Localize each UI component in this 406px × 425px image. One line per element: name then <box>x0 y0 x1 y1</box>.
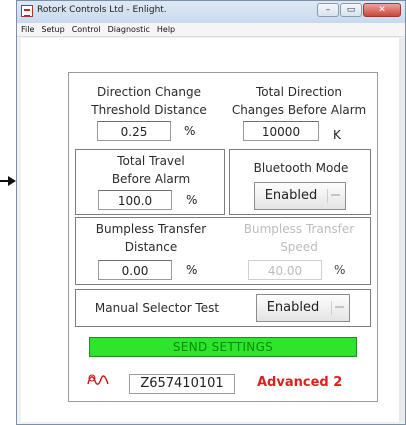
direction-change-label-2: Threshold Distance <box>91 103 207 117</box>
total-travel-input[interactable]: 100.0 <box>98 190 172 210</box>
send-settings-button[interactable]: SEND SETTINGS <box>89 337 357 357</box>
menu-bar: File Setup Control Diagnostic Help <box>17 23 405 37</box>
bluetooth-label: Bluetooth Mode <box>253 161 349 175</box>
bluetooth-group: Bluetooth Mode Enabled <box>229 149 371 215</box>
total-direction-label-1: Total Direction <box>255 85 343 99</box>
minimize-button[interactable]: – <box>317 3 339 17</box>
total-travel-unit: % <box>186 193 198 207</box>
client-area: Direction Change Threshold Distance 0.25… <box>21 38 401 422</box>
menu-file[interactable]: File <box>21 23 34 36</box>
bumpless-speed-unit: % <box>334 263 346 277</box>
bumpless-distance-label-2: Distance <box>124 240 178 254</box>
bumpless-distance-input[interactable]: 0.00 <box>98 260 172 280</box>
close-button[interactable]: ✕ <box>363 3 401 17</box>
manual-selector-selected: Enabled <box>266 300 320 315</box>
menu-setup[interactable]: Setup <box>41 23 64 36</box>
manual-selector-label: Manual Selector Test <box>94 301 220 315</box>
bumpless-speed-input: 40.00 <box>248 260 322 280</box>
bluetooth-selected: Enabled <box>264 188 318 203</box>
row-direction: Direction Change Threshold Distance 0.25… <box>69 73 377 147</box>
bumpless-distance-label-1: Bumpless Transfer <box>95 222 207 236</box>
manual-selector-dropdown[interactable]: Enabled <box>256 294 350 322</box>
access-level-label: Advanced 2 <box>257 375 343 390</box>
total-travel-label-1: Total Travel <box>117 154 185 168</box>
pointer-arrow-head <box>8 176 16 186</box>
app-window: Rotork Controls Ltd - Enlight. – ▭ ✕ Fil… <box>16 0 406 425</box>
bumpless-distance-unit: % <box>186 263 198 277</box>
menu-diagnostic[interactable]: Diagnostic <box>108 23 150 36</box>
dropdown-arrow-icon <box>335 306 344 308</box>
total-direction-input[interactable]: 10000 <box>243 121 319 141</box>
vertical-scrollbar[interactable] <box>399 38 405 422</box>
dropdown-separator <box>331 301 332 315</box>
title-bar: Rotork Controls Ltd - Enlight. – ▭ ✕ <box>17 1 405 24</box>
settings-panel: Direction Change Threshold Distance 0.25… <box>68 72 378 402</box>
bluetooth-dropdown[interactable]: Enabled <box>254 182 346 210</box>
total-travel-label-2: Before Alarm <box>111 172 191 186</box>
total-direction-unit: K <box>333 128 341 142</box>
direction-change-input[interactable]: 0.25 <box>97 121 171 141</box>
direction-change-unit: % <box>184 124 196 138</box>
bumpless-speed-label-2: Speed <box>280 240 318 254</box>
bumpless-speed-label-1: Bumpless Transfer <box>243 222 355 236</box>
menu-control[interactable]: Control <box>72 23 101 36</box>
dropdown-separator <box>327 189 328 203</box>
serial-number-field: Z657410101 <box>129 374 235 394</box>
signal-wave-icon <box>87 374 109 385</box>
direction-change-label-1: Direction Change <box>97 85 201 99</box>
menu-help[interactable]: Help <box>157 23 175 36</box>
app-icon <box>21 5 33 17</box>
manual-selector-group: Manual Selector Test Enabled <box>75 289 371 327</box>
maximize-button[interactable]: ▭ <box>340 3 362 17</box>
dropdown-arrow-icon <box>331 194 340 196</box>
bumpless-group: Bumpless Transfer Distance 0.00 % Bumple… <box>75 217 371 285</box>
total-travel-group: Total Travel Before Alarm 100.0 % <box>75 149 225 215</box>
total-direction-label-2: Changes Before Alarm <box>231 103 367 117</box>
window-title: Rotork Controls Ltd - Enlight. <box>37 5 167 15</box>
window-controls: – ▭ ✕ <box>317 3 401 19</box>
